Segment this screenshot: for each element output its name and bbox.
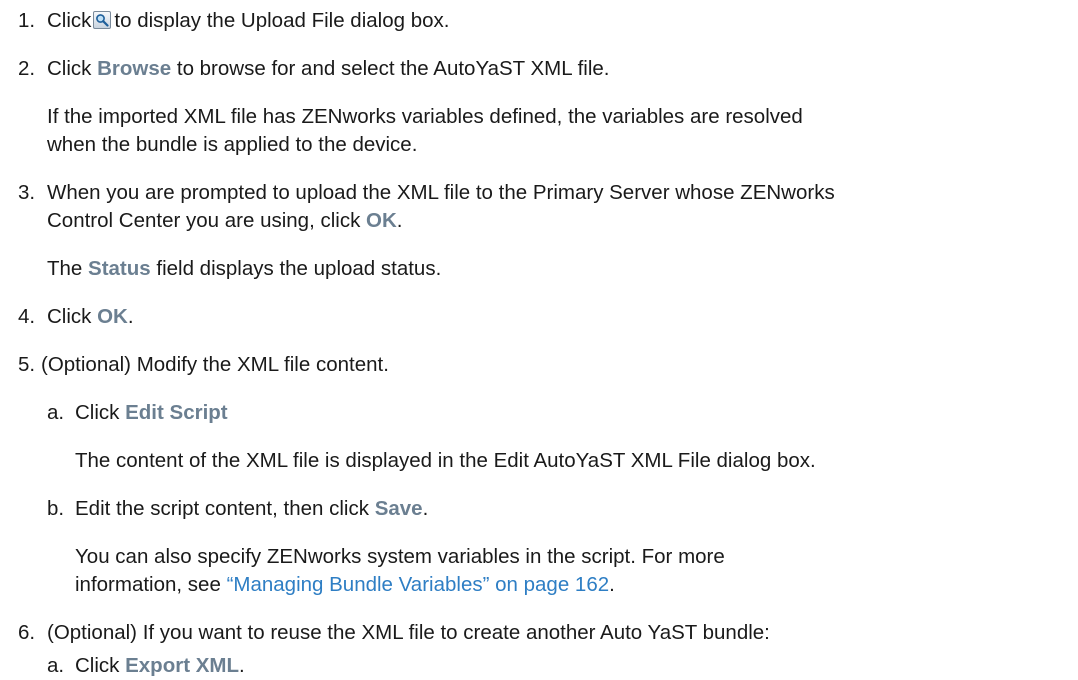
- step-3-note: The Status field displays the upload sta…: [47, 255, 441, 283]
- step-5a-text: Click Edit Script: [75, 399, 228, 427]
- step-5b-note-line-2-post: .: [609, 573, 615, 596]
- step-2-note-line-1: If the imported XML file has ZENworks va…: [47, 105, 803, 128]
- step-4-text: Click OK.: [47, 303, 134, 331]
- step-3-note-post: field displays the upload status.: [150, 257, 442, 280]
- edit-script-button-ref: Edit Script: [125, 401, 228, 424]
- step-1-number: 1.: [18, 9, 36, 32]
- step-3-number: 3.: [18, 181, 36, 204]
- step-6a-post: .: [239, 654, 245, 677]
- step-5b-note-line-1: You can also specify ZENworks system var…: [75, 545, 725, 568]
- step-3-note-pre: The: [47, 257, 89, 280]
- step-2-number: 2.: [18, 57, 36, 80]
- step-6a-text: Click Export XML.: [75, 652, 245, 680]
- step-6a-letter: a.: [47, 654, 65, 677]
- step-4-number: 4.: [18, 305, 36, 328]
- step-6-number: 6.: [18, 621, 36, 644]
- step-2-post: to browse for and select the AutoYaST XM…: [171, 57, 610, 80]
- status-field-ref: Status: [88, 257, 151, 280]
- step-3-line-2-post: .: [396, 209, 403, 232]
- step-3-line-2: Control Center you are using, click OK.: [47, 207, 402, 235]
- step-5a-letter: a.: [47, 401, 65, 424]
- export-xml-button-ref: Export XML: [125, 654, 240, 677]
- step-4-pre: Click: [47, 305, 98, 328]
- step-6a-pre: Click: [75, 654, 126, 677]
- step-2-pre: Click: [47, 57, 98, 80]
- step-1-text: Click to display the Upload File dialog b…: [47, 7, 449, 35]
- step-5b-note-line-2: information, see “Managing Bundle Variab…: [75, 571, 615, 599]
- step-6-text: (Optional) If you want to reuse the XML …: [47, 621, 770, 644]
- step-2-text: Click Browse to browse for and select th…: [47, 55, 610, 83]
- browse-button-ref: Browse: [97, 57, 172, 80]
- step-2-note-line-2: when the bundle is applied to the device…: [47, 133, 418, 156]
- step-3-line-2-pre: Control Center you are using, click: [47, 209, 367, 232]
- step-5b-letter: b.: [47, 497, 65, 520]
- ok-button-ref-2: OK: [97, 305, 128, 328]
- step-5b-note-line-2-pre: information, see: [75, 573, 227, 596]
- step-5b-text: Edit the script content, then click Save…: [75, 495, 428, 523]
- step-5a-note: The content of the XML file is displayed…: [75, 449, 816, 472]
- step-5b-post: .: [422, 497, 429, 520]
- step-5a-pre: Click: [75, 401, 126, 424]
- step-3-line-1: When you are prompted to upload the XML …: [47, 181, 835, 204]
- step-5-text: (Optional) Modify the XML file content.: [41, 353, 389, 376]
- save-button-ref: Save: [374, 497, 423, 520]
- step-1-pre: Click: [47, 9, 92, 32]
- step-1-post: to display the Upload File dialog box.: [114, 9, 450, 32]
- step-4-post: .: [127, 305, 134, 328]
- ok-button-ref: OK: [366, 209, 397, 232]
- search-icon[interactable]: [93, 11, 112, 29]
- step-5-number: 5.: [18, 353, 36, 376]
- step-5b-pre: Edit the script content, then click: [75, 497, 375, 520]
- managing-bundle-variables-link[interactable]: “Managing Bundle Variables” on page 162: [227, 573, 610, 596]
